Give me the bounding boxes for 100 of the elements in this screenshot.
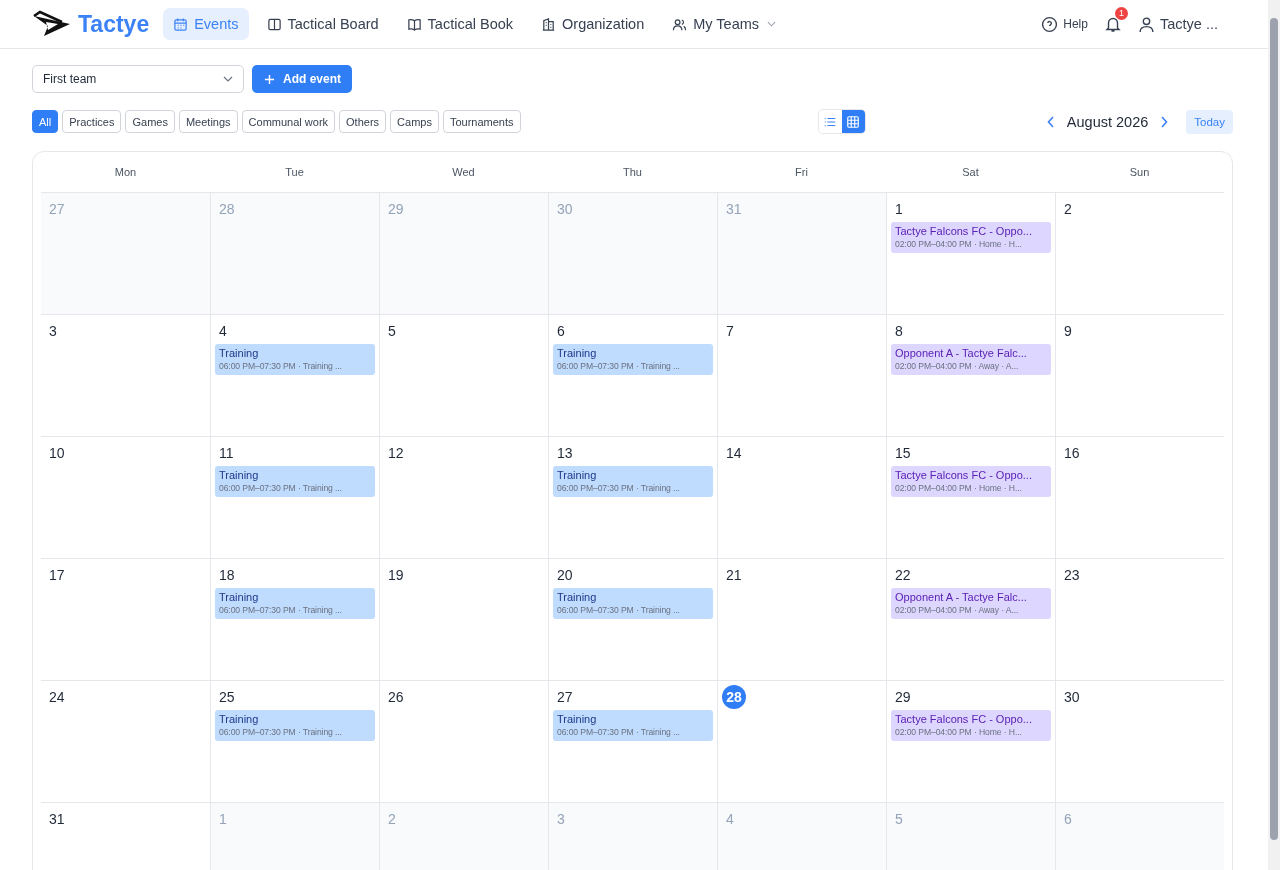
day-number: 1 — [894, 200, 903, 218]
day-number: 22 — [894, 566, 911, 584]
day-number: 10 — [48, 444, 65, 462]
event-chip[interactable]: Tactye Falcons FC - Oppo... 02:00 PM–04:00 PM · Home · H... — [891, 222, 1051, 253]
day-cell[interactable]: 31 — [41, 803, 210, 870]
user-icon — [1137, 15, 1155, 33]
nav-tab[interactable]: Organization — [531, 8, 655, 40]
day-cell[interactable]: 13 Training 06:00 PM–07:30 PM · Training ... — [548, 437, 717, 558]
filter-chip[interactable]: Games — [125, 110, 175, 133]
day-cell[interactable]: 25 Training 06:00 PM–07:30 PM · Training ... — [210, 681, 379, 802]
day-number: 30 — [1063, 688, 1080, 706]
event-chip[interactable]: Training 06:00 PM–07:30 PM · Training ... — [553, 466, 713, 497]
day-cell[interactable]: 4 Training 06:00 PM–07:30 PM · Training ... — [210, 315, 379, 436]
filter-chip[interactable]: Tournaments — [442, 110, 521, 133]
users-icon — [672, 16, 688, 32]
day-cell[interactable]: 17 — [41, 559, 210, 680]
day-cell[interactable]: 21 — [717, 559, 886, 680]
calendar-icon — [173, 16, 189, 32]
event-chip[interactable]: Training 06:00 PM–07:30 PM · Training ... — [215, 588, 375, 619]
team-select[interactable]: First team — [32, 65, 244, 93]
chevron-down-icon — [223, 76, 233, 82]
notification-bell-icon[interactable] — [1103, 15, 1122, 33]
day-cell[interactable]: 12 — [379, 437, 548, 558]
chevron-left-icon — [1046, 115, 1055, 128]
grid-icon — [846, 114, 861, 129]
day-cell[interactable]: 9 — [1055, 315, 1224, 436]
user-menu[interactable]: Tactye ... — [1137, 15, 1218, 33]
filter-chip[interactable]: Communal work — [241, 110, 336, 133]
day-number: 20 — [556, 566, 573, 584]
day-number: 21 — [725, 566, 742, 584]
event-chip[interactable]: Training 06:00 PM–07:30 PM · Training ... — [553, 710, 713, 741]
event-chip[interactable]: Opponent A - Tactye Falc... 02:00 PM–04:00 PM · Away · A... — [891, 344, 1051, 375]
filter-chip[interactable]: Practices — [62, 110, 122, 133]
plus-icon — [264, 73, 275, 85]
event-chip[interactable]: Training 06:00 PM–07:30 PM · Training ... — [215, 710, 375, 741]
event-chip[interactable]: Training 06:00 PM–07:30 PM · Training ... — [215, 344, 375, 375]
event-chip[interactable]: Tactye Falcons FC - Oppo... 02:00 PM–04:00 PM · Home · H... — [891, 710, 1051, 741]
day-cell[interactable]: 24 — [41, 681, 210, 802]
day-cell[interactable]: 18 Training 06:00 PM–07:30 PM · Training ... — [210, 559, 379, 680]
day-cell[interactable]: 10 — [41, 437, 210, 558]
add-event-button[interactable]: Add event — [252, 65, 352, 93]
day-cell[interactable]: 26 — [379, 681, 548, 802]
day-cell[interactable]: 29 Tactye Falcons FC - Oppo... 02:00 PM–04:00 PM · Home · H... — [886, 681, 1055, 802]
filter-chip[interactable]: All — [32, 110, 59, 133]
day-cell[interactable]: 6 Training 06:00 PM–07:30 PM · Training ... — [548, 315, 717, 436]
weekday-label: Tue — [285, 166, 304, 178]
day-cell[interactable]: 5 — [379, 315, 548, 436]
day-number: 27 — [48, 200, 65, 218]
filter-chip[interactable]: Meetings — [178, 110, 238, 133]
day-cell[interactable]: 2 — [1055, 193, 1224, 314]
day-number: 9 — [1063, 322, 1072, 340]
day-cell[interactable]: 1 Tactye Falcons FC - Oppo... 02:00 PM–04:00 PM · Home · H... — [886, 193, 1055, 314]
book-icon — [406, 16, 422, 32]
day-cell[interactable]: 15 Tactye Falcons FC - Oppo... 02:00 PM–04:00 PM · Home · H... — [886, 437, 1055, 558]
nav-tab[interactable]: My Teams — [662, 8, 787, 40]
day-number: 8 — [894, 322, 903, 340]
day-number: 18 — [218, 566, 235, 584]
day-cell[interactable]: 3 — [41, 315, 210, 436]
event-chip[interactable]: Opponent A - Tactye Falc... 02:00 PM–04:00 PM · Away · A... — [891, 588, 1051, 619]
weekday-label: Sun — [1129, 166, 1150, 178]
grid-view-button[interactable] — [841, 110, 865, 133]
help-button[interactable]: Help — [1041, 15, 1088, 33]
day-number: 6 — [1063, 810, 1072, 828]
event-chip[interactable]: Training 06:00 PM–07:30 PM · Training ... — [215, 466, 375, 497]
day-cell[interactable]: 11 Training 06:00 PM–07:30 PM · Training ... — [210, 437, 379, 558]
day-number: 4 — [218, 322, 227, 340]
weekday-label: Thu — [623, 166, 642, 178]
day-cell[interactable]: 27 Training 06:00 PM–07:30 PM · Training ... — [548, 681, 717, 802]
building-icon — [541, 16, 557, 32]
scrollbar-thumb[interactable] — [1270, 18, 1278, 840]
day-cell[interactable]: 30 — [1055, 681, 1224, 802]
day-cell[interactable]: 14 — [717, 437, 886, 558]
day-cell[interactable]: 28 — [717, 681, 886, 802]
filter-chip[interactable]: Camps — [390, 110, 439, 133]
nav-tab[interactable]: Tactical Board — [256, 8, 389, 40]
day-cell[interactable]: 8 Opponent A - Tactye Falc... 02:00 PM–04:00 PM · Away · A... — [886, 315, 1055, 436]
filter-chip[interactable]: Others — [339, 110, 387, 133]
event-chip[interactable]: Tactye Falcons FC - Oppo... 02:00 PM–04:00 PM · Home · H... — [891, 466, 1051, 497]
day-number: 14 — [725, 444, 742, 462]
nav-tab[interactable]: Tactical Book — [396, 8, 524, 40]
day-cell[interactable]: 22 Opponent A - Tactye Falc... 02:00 PM–04:00 PM · Away · A... — [886, 559, 1055, 680]
day-number: 5 — [894, 810, 903, 828]
day-cell[interactable]: 20 Training 06:00 PM–07:30 PM · Training ... — [548, 559, 717, 680]
brand-name[interactable]: Tactye — [78, 10, 150, 38]
day-cell[interactable]: 23 — [1055, 559, 1224, 680]
event-chip[interactable]: Training 06:00 PM–07:30 PM · Training ... — [553, 344, 713, 375]
day-number: 13 — [556, 444, 573, 462]
day-cell[interactable]: 19 — [379, 559, 548, 680]
event-chip[interactable]: Training 06:00 PM–07:30 PM · Training ... — [553, 588, 713, 619]
day-number: 28 — [722, 685, 746, 709]
day-number: 11 — [218, 444, 234, 462]
chevron-right-icon — [1160, 115, 1169, 128]
day-number: 17 — [48, 566, 65, 584]
day-cell[interactable]: 7 — [717, 315, 886, 436]
day-number: 31 — [725, 200, 742, 218]
day-cell[interactable]: 16 — [1055, 437, 1224, 558]
day-number: 26 — [387, 688, 404, 706]
day-number: 24 — [48, 688, 65, 706]
day-number: 29 — [387, 200, 404, 218]
weekday-label: Wed — [452, 166, 475, 178]
